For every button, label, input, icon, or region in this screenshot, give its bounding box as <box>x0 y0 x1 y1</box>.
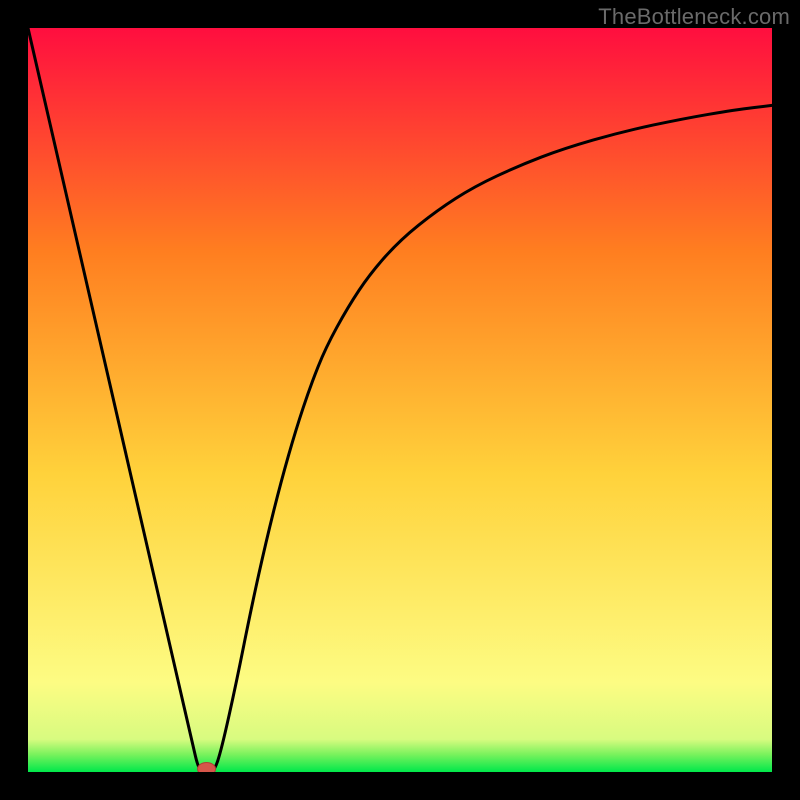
optimal-point-marker <box>198 763 216 773</box>
chart-svg <box>28 28 772 772</box>
gradient-background <box>28 28 772 772</box>
watermark-text: TheBottleneck.com <box>598 4 790 30</box>
chart-frame <box>28 28 772 772</box>
